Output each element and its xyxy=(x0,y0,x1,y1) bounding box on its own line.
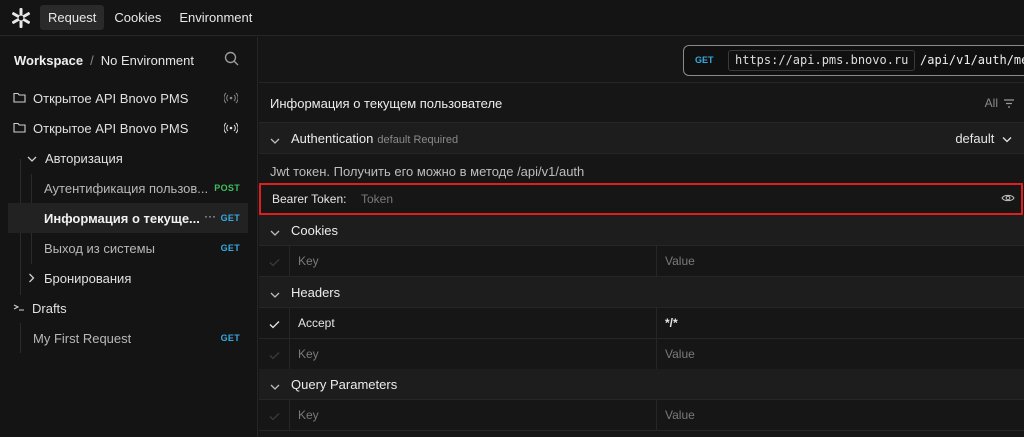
sidebar-item-request-logout[interactable]: Выход из системы GET xyxy=(8,233,248,263)
workspace-title[interactable]: Workspace xyxy=(14,53,83,68)
section-title: Headers xyxy=(291,285,341,300)
app-logo-icon[interactable] xyxy=(4,1,38,35)
header-key-input[interactable]: Accept xyxy=(289,308,657,338)
filter-dropdown[interactable]: All xyxy=(985,96,998,110)
workspace-header: Workspace / No Environment xyxy=(0,37,257,83)
sidebar-item-folder-auth[interactable]: Авторизация xyxy=(8,143,248,173)
url-method-badge[interactable]: GET xyxy=(695,55,714,65)
bearer-token-field[interactable]: Bearer Token: Token xyxy=(259,183,1023,215)
sidebar-item-label: Открытое API Bnovo PMS xyxy=(33,120,189,136)
url-host-chip[interactable]: https://api.pms.bnovo.ru xyxy=(728,50,916,71)
cookies-section-header[interactable]: Cookies xyxy=(259,215,1024,246)
auth-title: Authentication xyxy=(291,131,374,146)
query-value-input[interactable]: Value xyxy=(657,400,1024,430)
tab-cookies[interactable]: Cookies xyxy=(106,5,169,30)
eye-icon[interactable] xyxy=(1001,192,1015,207)
sidebar-item-folder-bookings[interactable]: Бронирования xyxy=(8,263,248,293)
query-section-header[interactable]: Query Parameters xyxy=(259,369,1024,400)
auth-mode-label: default xyxy=(955,131,995,146)
request-title: Информация о текущем пользователе xyxy=(270,96,503,111)
header-row-empty: Key Value xyxy=(259,339,1024,370)
method-badge: GET xyxy=(220,243,240,253)
environment-selector[interactable]: No Environment xyxy=(101,53,194,68)
cookie-key-input[interactable]: Key xyxy=(289,246,657,276)
sidebar-item-collection-2[interactable]: Открытое API Bnovo PMS xyxy=(8,113,248,143)
auth-mode-dropdown[interactable]: default xyxy=(955,131,1012,146)
headers-section-header[interactable]: Headers xyxy=(259,277,1024,308)
url-bar: GET https://api.pms.bnovo.ru /api/v1/aut… xyxy=(259,37,1024,83)
drafts-icon xyxy=(13,301,25,316)
method-badge: GET xyxy=(220,333,240,343)
chevron-down-icon xyxy=(270,379,280,394)
chevron-down-icon xyxy=(270,287,280,302)
query-row-empty: Key Value xyxy=(259,400,1024,431)
sidebar-item-drafts[interactable]: Drafts xyxy=(8,293,248,323)
sidebar-item-label: Drafts xyxy=(32,300,67,316)
section-title: Cookies xyxy=(291,223,338,238)
sidebar-item-request-me[interactable]: Информация о текуще... ··· GET xyxy=(8,203,248,233)
bearer-token-label: Bearer Token: xyxy=(272,192,347,206)
breadcrumb-separator: / xyxy=(90,52,94,68)
sidebar-item-label: Информация о текуще... xyxy=(44,210,199,226)
more-options-icon[interactable]: ··· xyxy=(204,209,216,223)
folder-icon xyxy=(13,121,26,136)
section-title: Query Parameters xyxy=(291,377,398,392)
auth-section-header[interactable]: Authentication default Required default xyxy=(259,123,1024,154)
method-badge: GET xyxy=(220,213,240,223)
cookie-value-input[interactable]: Value xyxy=(657,246,1024,276)
chevron-right-icon xyxy=(28,271,35,286)
tab-environment[interactable]: Environment xyxy=(171,5,260,30)
sidebar-item-request-first[interactable]: My First Request GET xyxy=(8,323,248,353)
auth-description: Jwt токен. Получить его можно в методе /… xyxy=(270,164,585,179)
method-badge: POST xyxy=(214,183,240,193)
checkmark-icon[interactable] xyxy=(269,409,280,424)
broadcast-icon[interactable] xyxy=(223,122,239,137)
sidebar-item-label: My First Request xyxy=(33,330,132,346)
url-path-text[interactable]: /api/v1/auth/me xyxy=(920,51,1024,70)
tab-request[interactable]: Request xyxy=(40,5,105,30)
sidebar: Workspace / No Environment Открытое API … xyxy=(0,37,258,437)
header-value-input[interactable]: */* xyxy=(657,308,1024,338)
top-bar: Request Cookies Environment xyxy=(0,0,1024,36)
sidebar-item-label: Открытое API Bnovo PMS xyxy=(33,90,189,106)
sidebar-item-collection-1[interactable]: Открытое API Bnovo PMS xyxy=(8,83,248,113)
folder-icon xyxy=(13,91,26,106)
cookie-row-empty: Key Value xyxy=(259,246,1024,277)
sidebar-item-label: Аутентификация пользов... xyxy=(44,180,209,196)
chevron-down-icon xyxy=(27,151,37,166)
url-input[interactable]: GET https://api.pms.bnovo.ru /api/v1/aut… xyxy=(683,45,1024,76)
header-key-input[interactable]: Key xyxy=(289,339,657,369)
chevron-down-icon xyxy=(1002,137,1012,143)
header-row: Accept */* xyxy=(259,308,1024,339)
chevron-down-icon xyxy=(270,225,280,240)
filter-icon[interactable] xyxy=(1003,97,1015,112)
request-title-row: Информация о текущем пользователе All xyxy=(259,84,1024,123)
sidebar-item-label: Бронирования xyxy=(44,270,132,286)
checkmark-icon[interactable] xyxy=(269,317,280,332)
broadcast-icon[interactable] xyxy=(223,92,239,107)
bearer-token-input[interactable]: Token xyxy=(361,192,393,206)
auth-meta: default Required xyxy=(377,134,459,146)
checkmark-icon[interactable] xyxy=(269,348,280,363)
chevron-down-icon xyxy=(270,133,280,148)
search-icon[interactable] xyxy=(224,51,239,69)
request-pane: GET https://api.pms.bnovo.ru /api/v1/aut… xyxy=(259,37,1024,437)
sidebar-item-label: Выход из системы xyxy=(44,240,155,256)
section-title: Authentication default Required xyxy=(291,131,458,146)
checkmark-icon[interactable] xyxy=(269,255,280,270)
sidebar-item-label: Авторизация xyxy=(45,150,123,166)
header-value-input[interactable]: Value xyxy=(657,339,1024,369)
query-key-input[interactable]: Key xyxy=(289,400,657,430)
sidebar-item-request-login[interactable]: Аутентификация пользов... POST xyxy=(8,173,248,203)
